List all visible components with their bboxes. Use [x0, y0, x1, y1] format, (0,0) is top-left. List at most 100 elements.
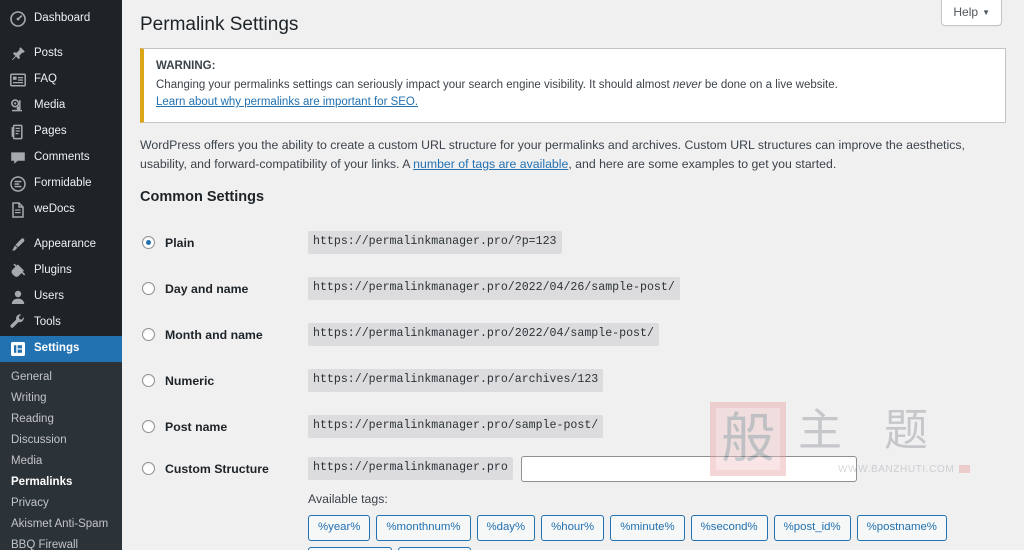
sidebar-item-label: Posts [34, 47, 63, 60]
permalink-options-table: Plain https://permalinkmanager.pro/?p=123… [140, 220, 956, 550]
brush-icon [9, 236, 27, 254]
sidebar-item-label: Tools [34, 316, 61, 329]
custom-structure-input[interactable] [520, 455, 857, 482]
intro-text-part2: , and here are some examples to get you … [568, 157, 837, 172]
warning-body-emphasis: never [672, 78, 702, 91]
user-icon [9, 288, 27, 306]
submenu-item-akismet-anti-spam[interactable]: Akismet Anti-Spam [0, 514, 122, 535]
permalink-url-example: https://permalinkmanager.pro/sample-post… [308, 415, 604, 438]
sidebar-item-label: weDocs [34, 203, 75, 216]
dashboard-icon [9, 10, 27, 28]
radio-plain[interactable] [142, 236, 155, 250]
radio-label[interactable]: Post name [165, 420, 227, 434]
permalink-option-row: Month and name https://permalinkmanager.p… [140, 312, 956, 358]
permalink-option-cell: Numeric [140, 358, 308, 404]
sidebar-item-label: Appearance [34, 238, 97, 251]
tag-button-year[interactable]: %year% [308, 514, 371, 541]
radio-custom-structure[interactable] [142, 462, 155, 476]
sidebar-item-label: Settings [34, 342, 80, 355]
sidebar-item-label: Users [34, 290, 65, 303]
permalink-url-example: https://permalinkmanager.pro/archives/12… [308, 369, 604, 392]
permalink-option-row: Day and name https://permalinkmanager.pro… [140, 266, 956, 312]
seo-learn-more-link[interactable]: Learn about why permalinks are important… [156, 96, 418, 108]
sidebar-item-users[interactable]: Users [0, 284, 122, 310]
sidebar-separator [0, 32, 122, 41]
document-icon [9, 201, 27, 219]
sidebar-item-settings[interactable]: Settings [0, 336, 122, 362]
sidebar-item-tools[interactable]: Tools [0, 310, 122, 336]
submenu-item-general[interactable]: General [0, 367, 122, 388]
permalink-option-row: Numeric https://permalinkmanager.pro/arch… [140, 358, 956, 404]
submenu-item-writing[interactable]: Writing [0, 388, 122, 409]
settings-icon [9, 340, 27, 358]
sidebar-item-label: Pages [34, 125, 67, 138]
sidebar-item-label: Formidable [34, 177, 92, 190]
submenu-item-bbq-firewall[interactable]: BBQ Firewall [0, 535, 122, 550]
custom-structure-row: Custom Structure https://permalinkmanager… [140, 450, 956, 550]
sidebar-item-plugins[interactable]: Plugins [0, 258, 122, 284]
radio-label[interactable]: Custom Structure [165, 462, 269, 476]
submenu-item-permalinks[interactable]: Permalinks [0, 472, 122, 493]
help-button[interactable]: Help ▼ [941, 0, 1002, 27]
permalink-url-cell: https://permalinkmanager.pro/2022/04/26/… [308, 266, 956, 312]
sidebar-item-media[interactable]: Media [0, 93, 122, 119]
permalink-option-row: Post name https://permalinkmanager.pro/sa… [140, 404, 956, 450]
chevron-down-icon: ▼ [982, 8, 990, 17]
permalink-option-cell: Month and name [140, 312, 308, 358]
main-content: Help ▼ Permalink Settings WARNING: Changi… [122, 0, 1024, 550]
sidebar-item-label: Dashboard [34, 12, 91, 25]
permalink-option-cell: Day and name [140, 266, 308, 312]
warning-body-part1: Changing your permalinks settings can se… [156, 78, 673, 91]
media-icon [9, 97, 27, 115]
radio-label[interactable]: Numeric [165, 374, 214, 388]
sidebar-item-faq[interactable]: FAQ [0, 67, 122, 93]
sidebar-item-dashboard[interactable]: Dashboard [0, 6, 122, 32]
sidebar-item-formidable[interactable]: Formidable [0, 171, 122, 197]
sidebar-item-pages[interactable]: Pages [0, 119, 122, 145]
available-tags-list: %year% %monthnum% %day% %hour% %minute% %seco… [308, 514, 956, 550]
warning-notice: WARNING: Changing your permalinks settin… [140, 47, 1006, 124]
permalink-url-cell: https://permalinkmanager.pro/archives/12… [308, 358, 956, 404]
sidebar-item-label: FAQ [34, 73, 58, 86]
sidebar-item-label: Media [34, 99, 66, 112]
sidebar-item-comments[interactable]: Comments [0, 145, 122, 171]
radio-label[interactable]: Month and name [165, 328, 263, 342]
submenu-item-privacy[interactable]: Privacy [0, 493, 122, 514]
radio-numeric[interactable] [142, 374, 155, 388]
submenu-item-discussion[interactable]: Discussion [0, 430, 122, 451]
custom-structure-option-cell: Custom Structure [140, 450, 308, 550]
sidebar-item-posts[interactable]: Posts [0, 41, 122, 67]
radio-post-name[interactable] [142, 420, 155, 434]
permalink-option-row: Plain https://permalinkmanager.pro/?p=123 [140, 220, 956, 266]
submenu-item-reading[interactable]: Reading [0, 409, 122, 430]
sidebar-item-wedocs[interactable]: weDocs [0, 197, 122, 223]
available-tags-link[interactable]: number of tags are available [413, 157, 568, 171]
warning-label: WARNING: [156, 59, 216, 72]
radio-label[interactable]: Plain [165, 236, 194, 250]
sidebar-item-appearance[interactable]: Appearance [0, 232, 122, 258]
plug-icon [9, 262, 27, 280]
settings-submenu: General Writing Reading Discussion Media Perm… [0, 362, 122, 550]
comment-icon [9, 149, 27, 167]
radio-day-and-name[interactable] [142, 282, 155, 296]
permalink-url-example: https://permalinkmanager.pro/2022/04/sam… [308, 323, 659, 346]
radio-month-and-name[interactable] [142, 328, 155, 342]
radio-label[interactable]: Day and name [165, 282, 248, 296]
sidebar-item-label: Plugins [34, 264, 72, 277]
custom-structure-prefix: https://permalinkmanager.pro [308, 457, 513, 480]
tag-button-day[interactable]: %day% [476, 514, 536, 541]
tag-button-monthnum[interactable]: %monthnum% [376, 514, 471, 541]
warning-body: Changing your permalinks settings can se… [156, 77, 993, 95]
tag-button-post_id[interactable]: %post_id% [773, 514, 851, 541]
tag-button-second[interactable]: %second% [690, 514, 768, 541]
tag-button-postname[interactable]: %postname% [856, 514, 947, 541]
sidebar-separator [0, 223, 122, 232]
warning-body-part2: be done on a live website. [701, 78, 838, 91]
tag-button-minute[interactable]: %minute% [610, 514, 685, 541]
tag-button-hour[interactable]: %hour% [541, 514, 605, 541]
permalink-url-cell: https://permalinkmanager.pro/2022/04/sam… [308, 312, 956, 358]
section-title-common-settings: Common Settings [140, 189, 265, 206]
submenu-item-media[interactable]: Media [0, 451, 122, 472]
help-tab-wrapper: Help ▼ [941, 0, 1002, 27]
permalink-option-cell: Post name [140, 404, 308, 450]
